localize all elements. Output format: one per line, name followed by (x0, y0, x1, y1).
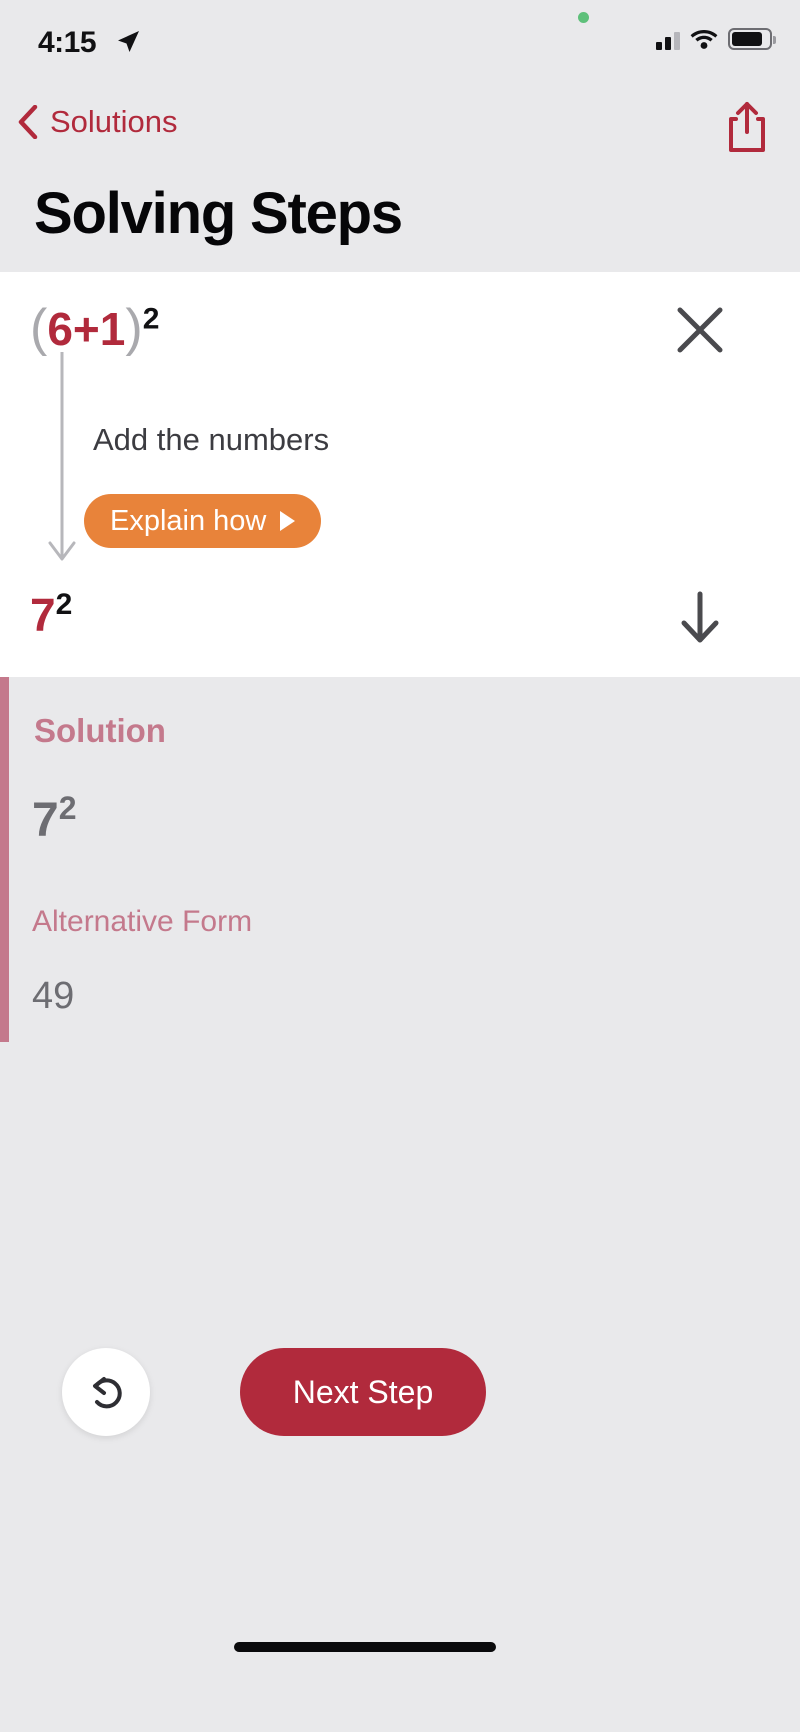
solution-value-exponent: 2 (58, 790, 77, 826)
arrow-down-icon[interactable] (676, 590, 724, 644)
expression-close-paren: ) (125, 299, 143, 357)
share-icon[interactable] (724, 100, 770, 154)
solving-step-card: (6+1)2 Add the numbers Explain how 72 (0, 272, 800, 677)
step-result-base: 7 (30, 588, 56, 641)
wifi-icon (690, 30, 718, 49)
chevron-left-icon (18, 105, 38, 139)
back-button-label: Solutions (50, 104, 178, 139)
next-step-label: Next Step (292, 1373, 434, 1410)
back-button[interactable]: Solutions (18, 104, 178, 140)
alternative-form-value: 49 (32, 975, 75, 1017)
location-arrow-icon (118, 31, 139, 52)
solution-value-base: 7 (32, 794, 59, 847)
flow-arrow-down-icon (48, 352, 76, 561)
solution-accent-bar (0, 677, 9, 1042)
next-step-button[interactable]: Next Step (240, 1348, 486, 1436)
solution-panel: Solution 72 Alternative Form 49 (0, 677, 800, 1042)
solution-value: 72 (32, 792, 77, 845)
status-bar-indicators (656, 28, 776, 50)
explain-how-label: Explain how (110, 504, 267, 537)
cellular-signal-icon (656, 28, 680, 50)
recording-indicator-dot (578, 12, 589, 23)
close-x-icon[interactable] (674, 304, 726, 356)
expression-inner: 6+1 (47, 303, 126, 355)
expression-open-paren: ( (30, 299, 48, 357)
status-bar-time: 4:15 (38, 26, 97, 59)
expression-exponent: 2 (142, 302, 160, 336)
undo-arrow-icon (93, 1377, 122, 1409)
home-indicator (234, 1642, 496, 1652)
step-result: 72 (30, 588, 73, 641)
step-result-exponent: 2 (55, 588, 73, 621)
play-triangle-icon (280, 511, 296, 531)
phone-screen: 4:15 Solutions Solving Steps (6+1)2 Add … (0, 0, 800, 1732)
status-bar: 4:15 (0, 0, 800, 90)
bottom-action-area: Next Step (0, 1042, 800, 1732)
step-expression: (6+1)2 (30, 302, 159, 354)
page-title: Solving Steps (34, 181, 403, 246)
step-description: Add the numbers (93, 422, 330, 457)
battery-icon (728, 28, 776, 50)
solution-heading: Solution (34, 712, 166, 749)
alternative-form-label: Alternative Form (32, 905, 253, 938)
undo-button[interactable] (62, 1348, 150, 1436)
explain-how-button[interactable]: Explain how (84, 494, 322, 548)
navigation-bar: Solutions (0, 90, 800, 172)
